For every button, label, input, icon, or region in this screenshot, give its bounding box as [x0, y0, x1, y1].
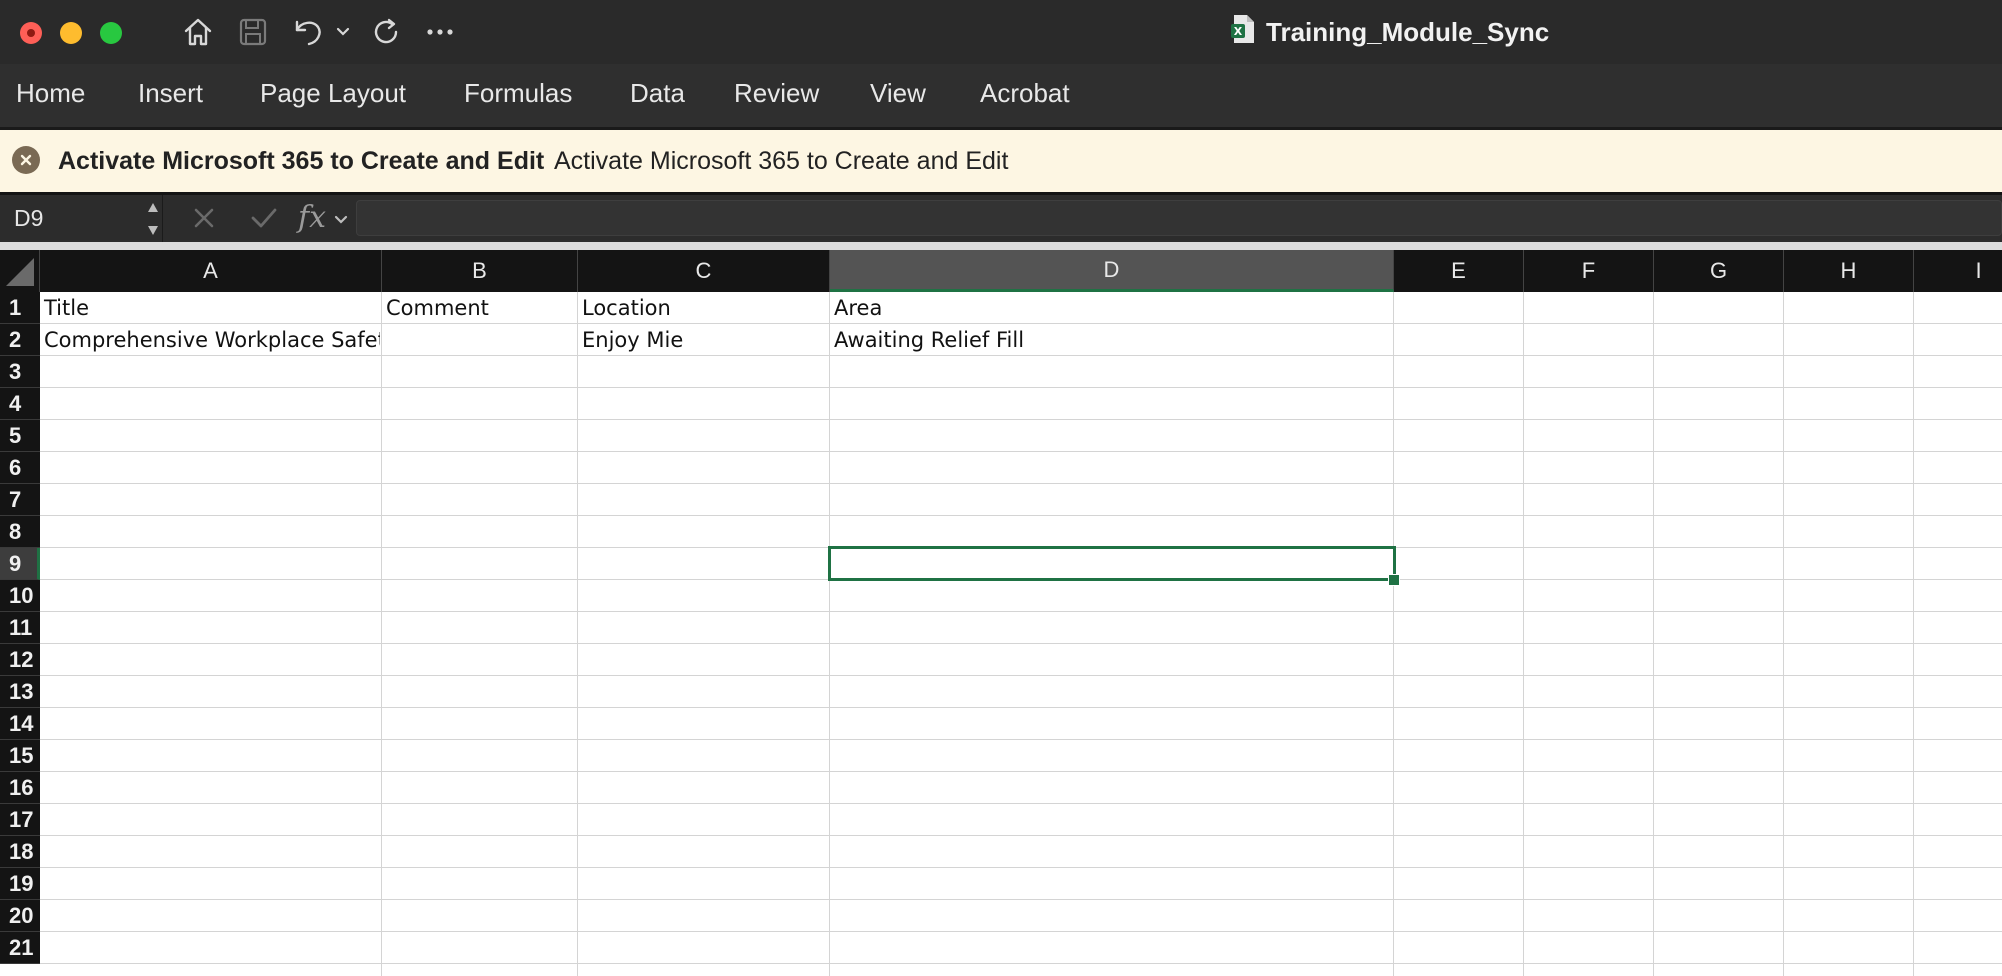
cell-d2[interactable]: Awaiting Relief Fill: [830, 324, 1392, 356]
undo-icon[interactable]: [290, 12, 326, 52]
spreadsheet-grid[interactable]: A B C D E F G H I 1 2 3 4 5 6 7 8 9 10 1…: [0, 250, 2002, 976]
ribbon-tab-bar: Home Insert Page Layout Formulas Data Re…: [0, 64, 2002, 128]
gridline-horizontal: [40, 707, 2002, 708]
row-header-9[interactable]: 9: [0, 548, 40, 580]
gridline-horizontal: [40, 387, 2002, 388]
row-header-12[interactable]: 12: [0, 644, 40, 676]
row-header-20[interactable]: 20: [0, 900, 40, 932]
row-header-1[interactable]: 1: [0, 292, 40, 324]
row-header-5[interactable]: 5: [0, 420, 40, 452]
column-header-h[interactable]: H: [1784, 250, 1914, 292]
name-box-stepper[interactable]: [146, 198, 160, 240]
row-header-6[interactable]: 6: [0, 452, 40, 484]
document-title-text: Training_Module_Sync: [1266, 16, 1550, 47]
cell-a2[interactable]: Comprehensive Workplace Safety: [40, 324, 380, 356]
gridline-vertical: [381, 292, 382, 976]
document-title: X Training_Module_Sync: [1230, 0, 1549, 64]
gridline-horizontal: [40, 483, 2002, 484]
tab-data[interactable]: Data: [630, 64, 685, 126]
row-header-18[interactable]: 18: [0, 836, 40, 868]
gridline-horizontal: [40, 963, 2002, 964]
gridline-horizontal: [40, 867, 2002, 868]
row-header-8[interactable]: 8: [0, 516, 40, 548]
tab-acrobat[interactable]: Acrobat: [980, 64, 1070, 126]
tab-page-layout[interactable]: Page Layout: [260, 64, 406, 126]
selected-cell-d9[interactable]: [828, 546, 1396, 581]
cell-a1[interactable]: Title: [40, 292, 380, 324]
home-icon[interactable]: [180, 12, 216, 52]
row-header-4[interactable]: 4: [0, 388, 40, 420]
column-header-d[interactable]: D: [830, 250, 1394, 292]
gridline-vertical: [1393, 292, 1394, 976]
column-header-b[interactable]: B: [382, 250, 578, 292]
insert-function-icon[interactable]: fx: [298, 196, 326, 240]
select-all-corner[interactable]: [0, 250, 40, 292]
cell-b1[interactable]: Comment: [382, 292, 576, 324]
name-box-value[interactable]: D9: [14, 195, 43, 242]
close-circle-icon[interactable]: [12, 146, 40, 174]
cancel-entry-icon[interactable]: [192, 206, 216, 235]
function-chevron-down-icon[interactable]: [334, 212, 348, 230]
gridline-horizontal: [40, 611, 2002, 612]
gridline-horizontal: [40, 515, 2002, 516]
column-header-e[interactable]: E: [1394, 250, 1524, 292]
row-header-17[interactable]: 17: [0, 804, 40, 836]
row-header-2[interactable]: 2: [0, 324, 40, 356]
redo-icon[interactable]: [368, 12, 404, 52]
gridline-horizontal: [40, 803, 2002, 804]
gridline-horizontal: [40, 643, 2002, 644]
gridline-vertical: [1783, 292, 1784, 976]
row-header-13[interactable]: 13: [0, 676, 40, 708]
row-header-16[interactable]: 16: [0, 772, 40, 804]
formula-input[interactable]: [356, 200, 2002, 236]
gridline-horizontal: [40, 899, 2002, 900]
excel-file-icon: X: [1230, 14, 1256, 51]
cell-c1[interactable]: Location: [578, 292, 828, 324]
formula-bar-divider: [0, 242, 2002, 250]
fill-handle[interactable]: [1388, 574, 1400, 586]
column-header-g[interactable]: G: [1654, 250, 1784, 292]
column-header-a[interactable]: A: [40, 250, 382, 292]
tab-home[interactable]: Home: [16, 64, 85, 126]
message-title: Activate Microsoft 365 to Create and Edi…: [58, 147, 545, 175]
more-icon[interactable]: [424, 12, 456, 52]
minimize-window-button[interactable]: [60, 22, 82, 44]
gridline-horizontal: [40, 739, 2002, 740]
tab-formulas[interactable]: Formulas: [464, 64, 572, 126]
row-header-19[interactable]: 19: [0, 868, 40, 900]
close-window-button[interactable]: [20, 22, 42, 44]
gridline-horizontal: [40, 419, 2002, 420]
gridline-vertical: [577, 292, 578, 976]
tab-view[interactable]: View: [870, 64, 926, 126]
gridline-vertical: [1913, 292, 1914, 976]
row-header-21[interactable]: 21: [0, 932, 40, 964]
column-header-f[interactable]: F: [1524, 250, 1654, 292]
row-header-15[interactable]: 15: [0, 740, 40, 772]
zoom-window-button[interactable]: [100, 22, 122, 44]
gridline-vertical: [829, 292, 830, 976]
tab-review[interactable]: Review: [734, 64, 819, 126]
cell-c2[interactable]: Enjoy Mie: [578, 324, 828, 356]
row-header-10[interactable]: 10: [0, 580, 40, 612]
column-header-i[interactable]: I: [1914, 250, 2002, 292]
gridline-horizontal: [40, 451, 2002, 452]
tab-insert[interactable]: Insert: [138, 64, 203, 126]
row-header-11[interactable]: 11: [0, 612, 40, 644]
gridline-horizontal: [40, 835, 2002, 836]
cell-d1[interactable]: Area: [830, 292, 1392, 324]
message-text: Activate Microsoft 365 to Create and Edi…: [554, 147, 1009, 175]
svg-text:X: X: [1234, 25, 1243, 38]
confirm-entry-icon[interactable]: [250, 206, 278, 235]
row-header-3[interactable]: 3: [0, 356, 40, 388]
gridline-horizontal: [40, 675, 2002, 676]
save-icon[interactable]: [236, 12, 270, 52]
column-header-c[interactable]: C: [578, 250, 830, 292]
row-header-7[interactable]: 7: [0, 484, 40, 516]
gridline-vertical: [1653, 292, 1654, 976]
undo-options-chevron-down-icon[interactable]: [334, 12, 352, 52]
row-header-14[interactable]: 14: [0, 708, 40, 740]
gridline-horizontal: [40, 771, 2002, 772]
gridline-vertical: [1523, 292, 1524, 976]
gridline-horizontal: [40, 931, 2002, 932]
